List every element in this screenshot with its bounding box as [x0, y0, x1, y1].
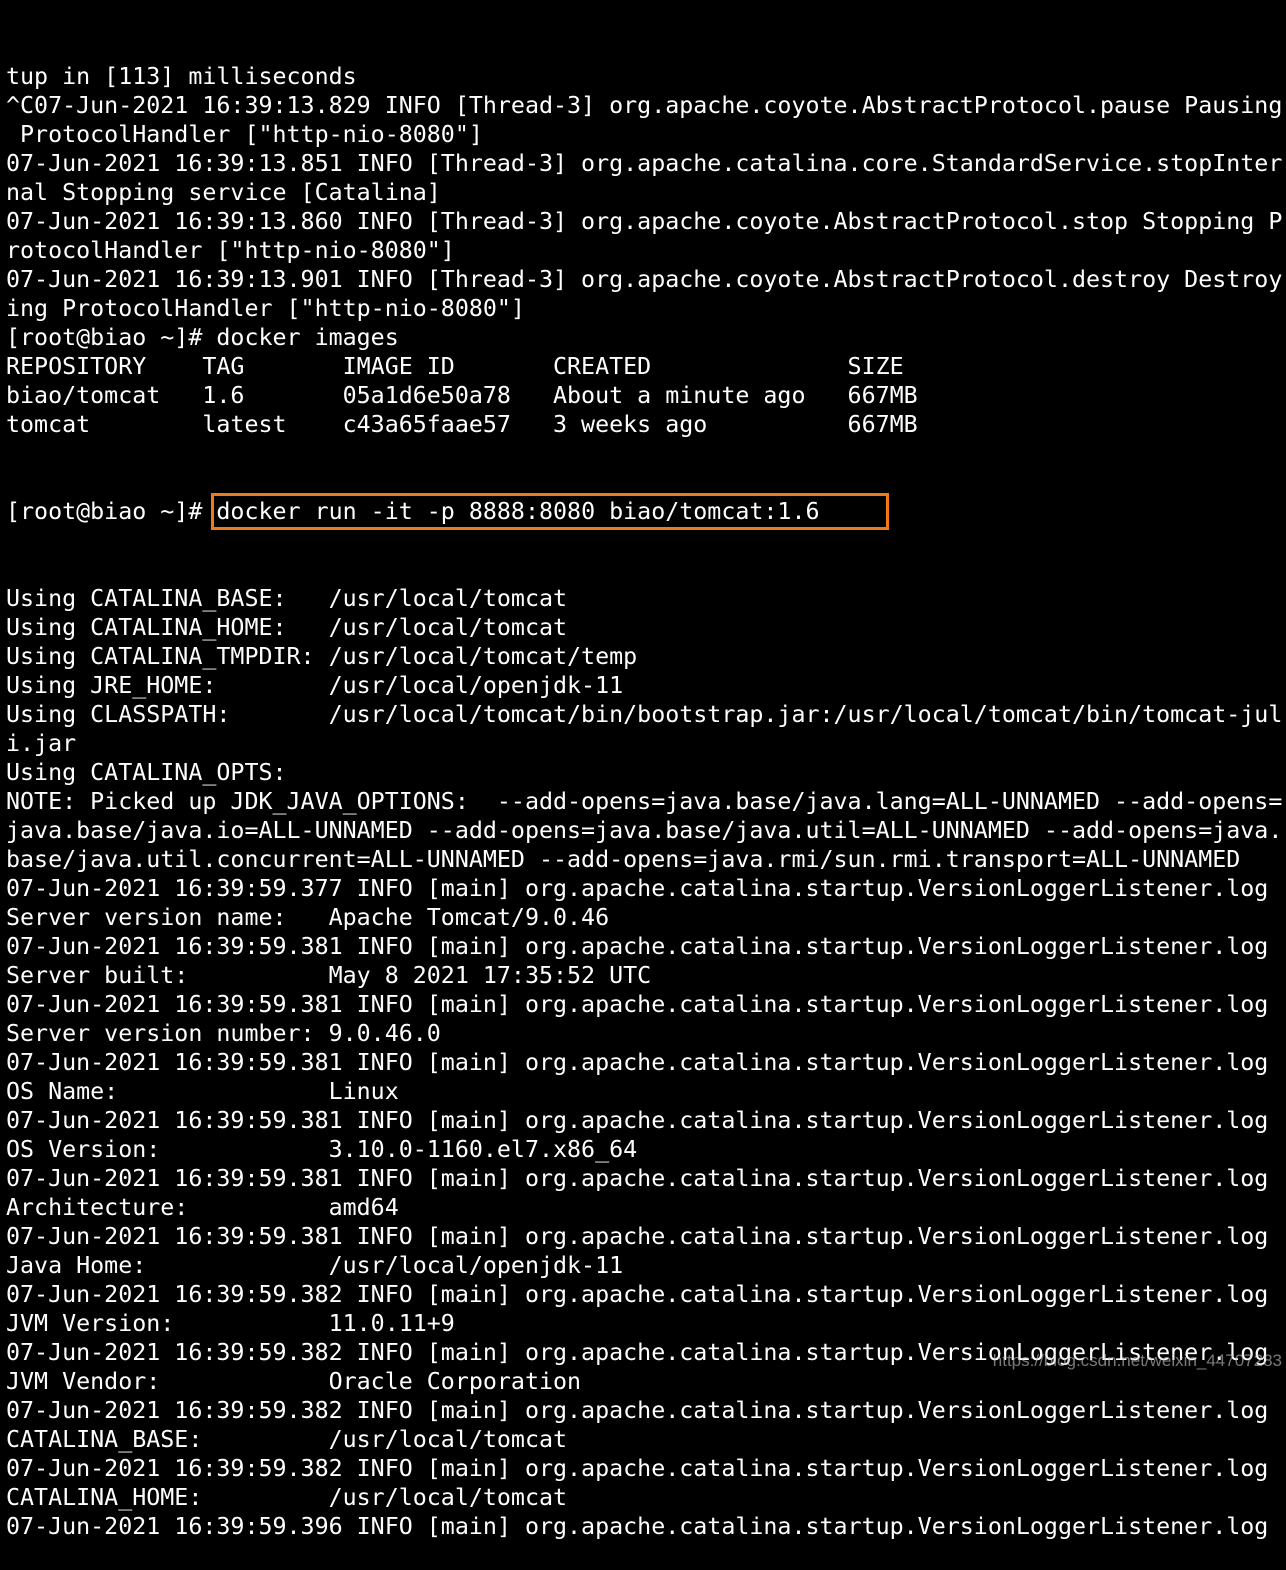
terminal-line: 07-Jun-2021 16:39:13.851 INFO [Thread-3]…	[6, 150, 1283, 177]
terminal-line: Architecture: amd64	[6, 1194, 399, 1221]
terminal-line: base/java.util.concurrent=ALL-UNNAMED --…	[6, 846, 1241, 873]
terminal-line: 07-Jun-2021 16:39:13.860 INFO [Thread-3]…	[6, 208, 1283, 235]
terminal-line: Java Home: /usr/local/openjdk-11	[6, 1252, 624, 1279]
terminal-line: JVM Vendor: Oracle Corporation	[6, 1368, 582, 1395]
terminal-line: CATALINA_HOME: /usr/local/tomcat	[6, 1484, 568, 1511]
terminal-line: rotocolHandler ["http-nio-8080"]	[6, 237, 455, 264]
terminal-output[interactable]: tup in [113] milliseconds ^C07-Jun-2021 1…	[6, 4, 1282, 1570]
terminal-line: tomcat latest c43a65faae57 3 weeks ago 6…	[6, 411, 918, 438]
terminal-line: 07-Jun-2021 16:39:59.381 INFO [main] org…	[6, 1165, 1269, 1192]
terminal-line: ing ProtocolHandler ["http-nio-8080"]	[6, 295, 525, 322]
terminal-line: Server built: May 8 2021 17:35:52 UTC	[6, 962, 652, 989]
shell-prompt: [root@biao ~]#	[6, 498, 217, 525]
terminal-line: ProtocolHandler ["http-nio-8080"]	[6, 121, 483, 148]
terminal-line: CATALINA_BASE: /usr/local/tomcat	[6, 1426, 568, 1453]
terminal-line: Using JRE_HOME: /usr/local/openjdk-11	[6, 672, 624, 699]
terminal-line: Using CATALINA_BASE: /usr/local/tomcat	[6, 585, 568, 612]
terminal-line: Using CATALINA_HOME: /usr/local/tomcat	[6, 614, 568, 641]
terminal-line: 07-Jun-2021 16:39:13.901 INFO [Thread-3]…	[6, 266, 1283, 293]
terminal-line: Using CATALINA_TMPDIR: /usr/local/tomcat…	[6, 643, 638, 670]
terminal-line: 07-Jun-2021 16:39:59.382 INFO [main] org…	[6, 1397, 1269, 1424]
terminal-line: OS Name: Linux	[6, 1078, 399, 1105]
terminal-line: java.base/java.io=ALL-UNNAMED --add-open…	[6, 817, 1283, 844]
terminal-line: i.jar	[6, 730, 77, 757]
terminal-line: Using CATALINA_OPTS:	[6, 759, 287, 786]
terminal-line: Using CLASSPATH: /usr/local/tomcat/bin/b…	[6, 701, 1283, 728]
terminal-line: ^C07-Jun-2021 16:39:13.829 INFO [Thread-…	[6, 92, 1283, 119]
highlighted-command-line: [root@biao ~]# docker run -it -p 8888:80…	[6, 493, 1282, 530]
terminal-line: tup in [113] milliseconds	[6, 63, 357, 90]
terminal-line: 07-Jun-2021 16:39:59.381 INFO [main] org…	[6, 1107, 1269, 1134]
terminal-line: nal Stopping service [Catalina]	[6, 179, 441, 206]
terminal-line: biao/tomcat 1.6 05a1d6e50a78 About a min…	[6, 382, 918, 409]
terminal-line: 07-Jun-2021 16:39:59.381 INFO [main] org…	[6, 1223, 1269, 1250]
terminal-line: NOTE: Picked up JDK_JAVA_OPTIONS: --add-…	[6, 788, 1283, 815]
terminal-line: 07-Jun-2021 16:39:59.381 INFO [main] org…	[6, 991, 1269, 1018]
terminal-line: 07-Jun-2021 16:39:59.382 INFO [main] org…	[6, 1281, 1269, 1308]
terminal-line: Server version number: 9.0.46.0	[6, 1020, 441, 1047]
terminal-line: [root@biao ~]# docker images	[6, 324, 399, 351]
terminal-line: 07-Jun-2021 16:39:59.381 INFO [main] org…	[6, 933, 1269, 960]
watermark: https://blog.csdn.net/weixin_44707283	[992, 1351, 1282, 1370]
terminal-line: 07-Jun-2021 16:39:59.381 INFO [main] org…	[6, 1049, 1269, 1076]
terminal-line: 07-Jun-2021 16:39:59.396 INFO [main] org…	[6, 1513, 1269, 1540]
terminal-line: JVM Version: 11.0.11+9	[6, 1310, 455, 1337]
terminal-line: 07-Jun-2021 16:39:59.382 INFO [main] org…	[6, 1455, 1269, 1482]
terminal-line: OS Version: 3.10.0-1160.el7.x86_64	[6, 1136, 638, 1163]
terminal-line: REPOSITORY TAG IMAGE ID CREATED SIZE	[6, 353, 904, 380]
highlighted-command: docker run -it -p 8888:8080 biao/tomcat:…	[211, 493, 889, 530]
terminal-line: Server version name: Apache Tomcat/9.0.4…	[6, 904, 610, 931]
terminal-line: 07-Jun-2021 16:39:59.377 INFO [main] org…	[6, 875, 1269, 902]
